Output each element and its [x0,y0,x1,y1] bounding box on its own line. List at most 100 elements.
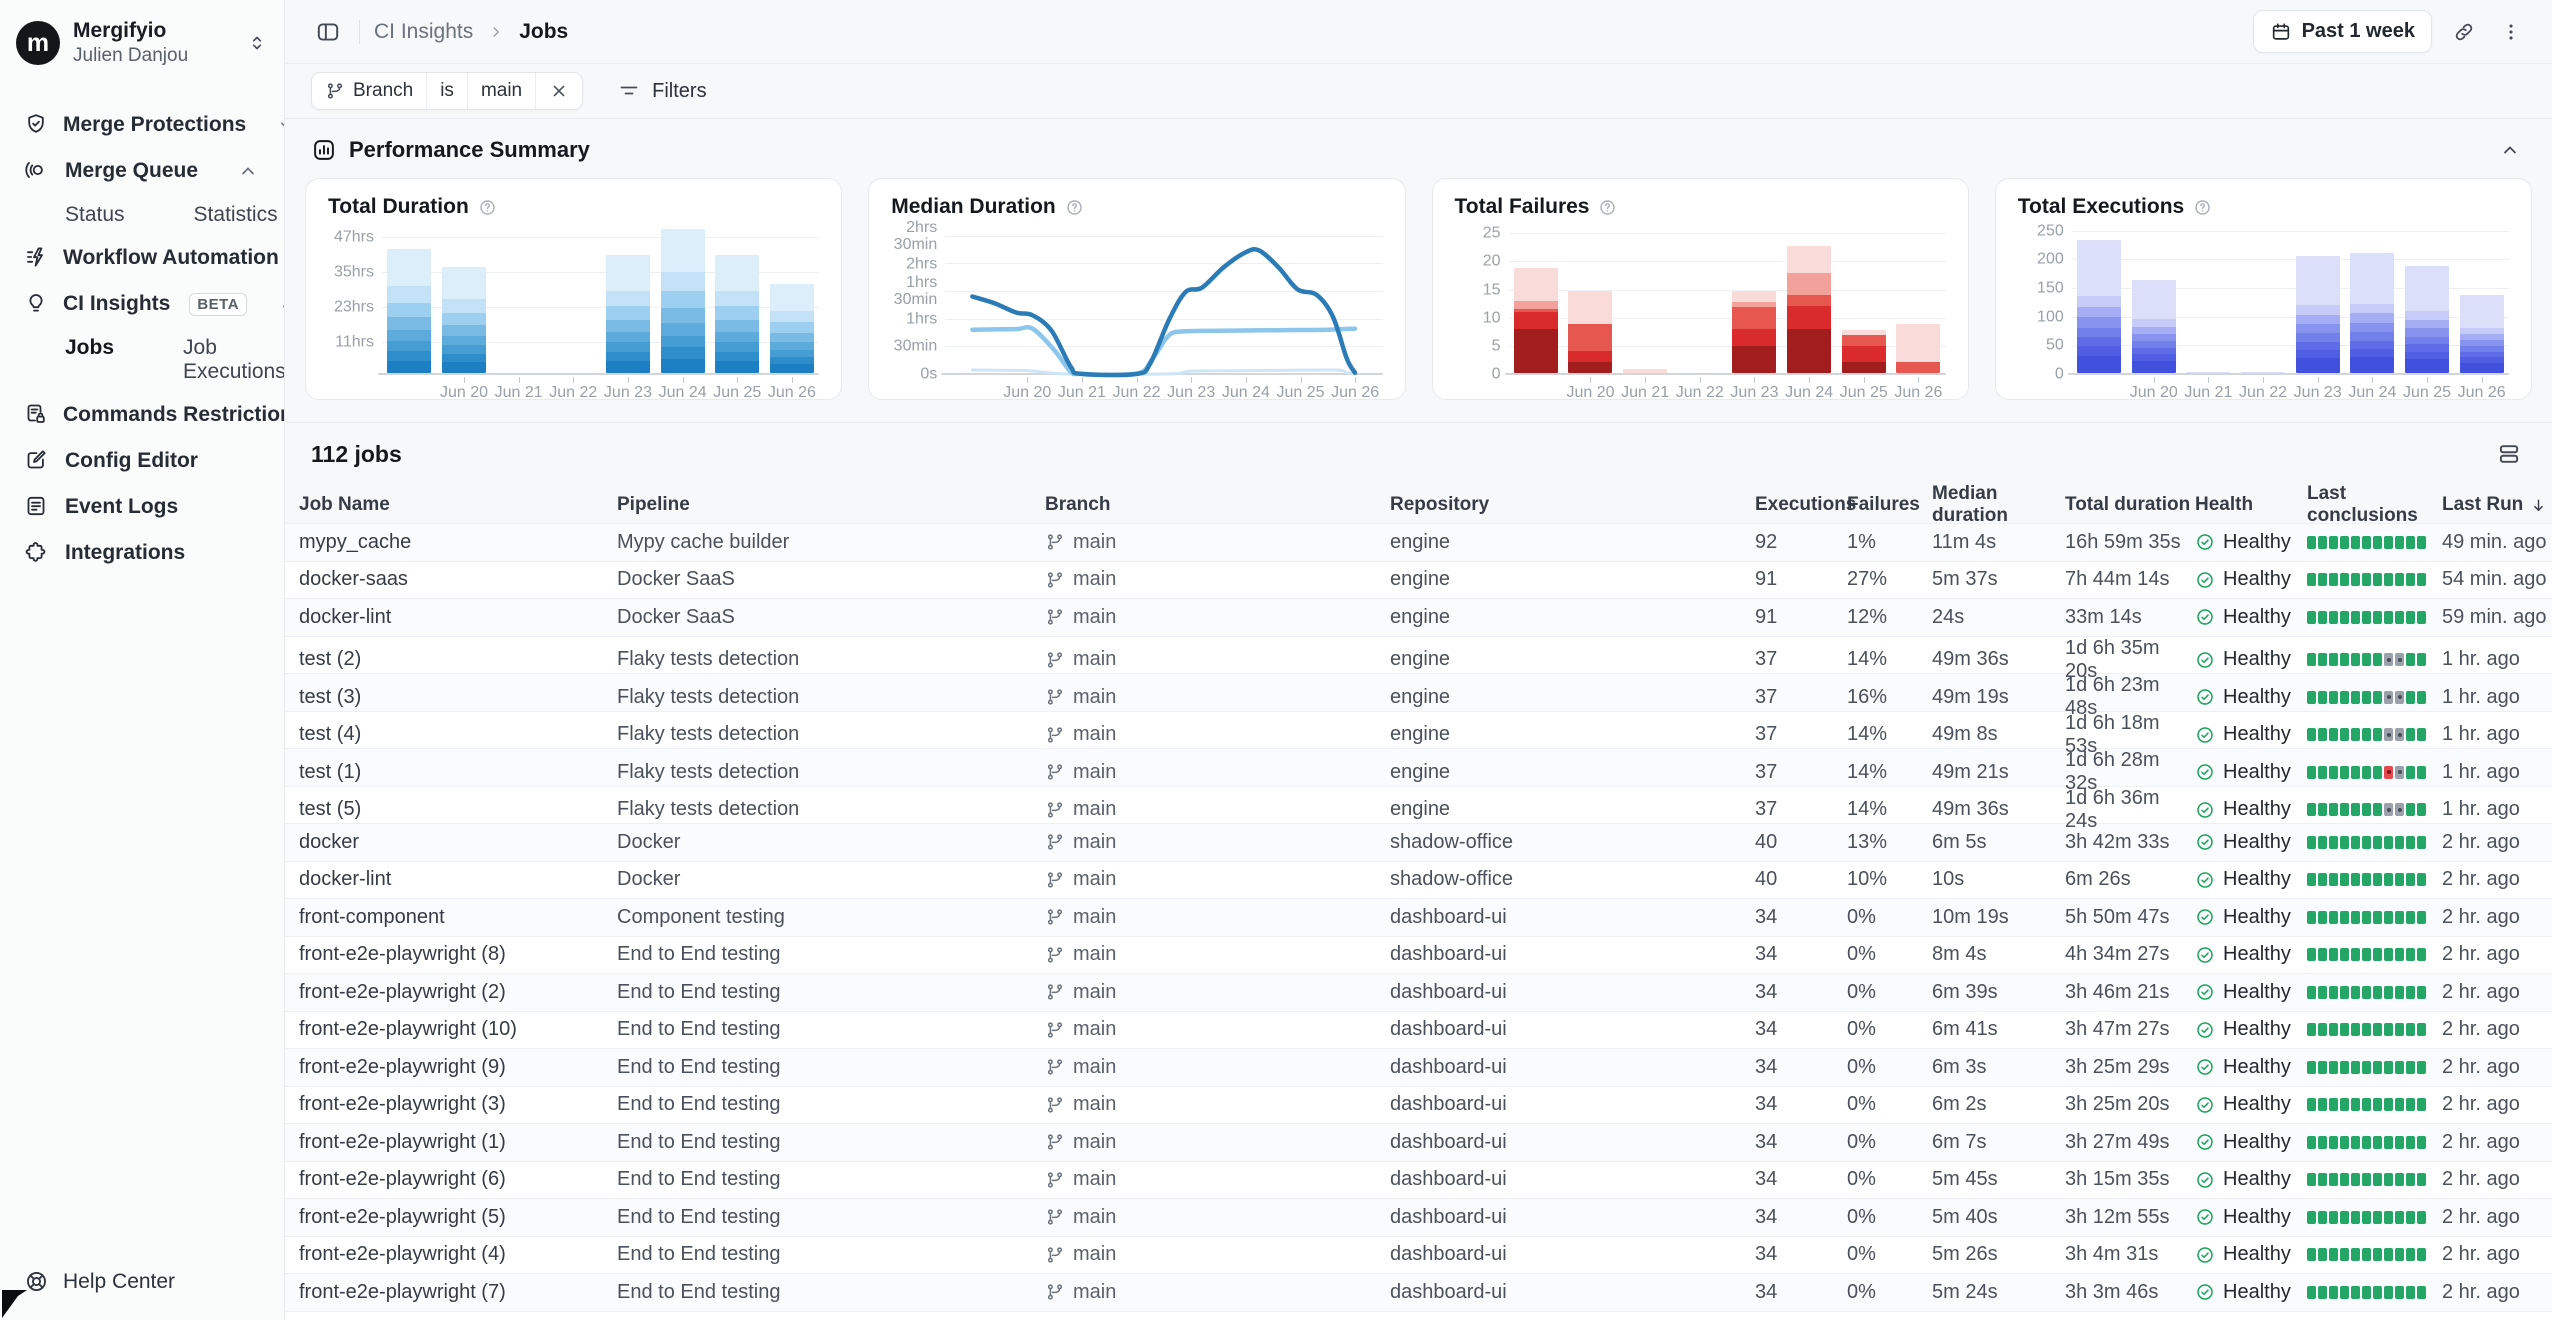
column-header-failures[interactable]: Failures [1847,494,1932,516]
bar-segment [2132,361,2176,373]
sidebar-item-job-executions[interactable]: Job Executions [128,327,284,392]
sidebar-item-jobs[interactable]: Jobs [10,327,128,392]
filters-button[interactable]: Filters [617,79,706,103]
filter-chip-operator[interactable]: is [427,73,468,109]
cell-last-run: 2 hr. ago [2442,981,2552,1004]
sidebar-item-commands-restrictions[interactable]: Commands Restrictions [10,392,274,438]
column-header-branch[interactable]: Branch [1045,494,1390,516]
bar-segment [2296,350,2340,358]
cell-last-run: 2 hr. ago [2442,868,2552,891]
sidebar-item-status[interactable]: Status [10,194,139,235]
table-row[interactable]: front-e2e-playwright (7)End to End testi… [285,1273,2552,1311]
sidebar-item-workflow-automation[interactable]: Workflow Automation [10,235,274,281]
filter-chip-value[interactable]: main [468,73,536,109]
column-header-median-duration[interactable]: Median duration [1932,483,2065,527]
table-row[interactable]: front-e2e-playwright (6)End to End testi… [285,1161,2552,1199]
filter-chip-field[interactable]: Branch [312,73,427,109]
git-branch-icon [1045,982,1065,1002]
table-row[interactable]: test (1)Flaky tests detectionmainengine3… [285,748,2552,786]
table-row[interactable]: front-e2e-playwright (4)End to End testi… [285,1236,2552,1274]
column-header-executions[interactable]: Executions [1755,494,1847,516]
table-row[interactable]: docker-lintDockermainshadow-office4010%1… [285,861,2552,899]
filter-chip-remove[interactable] [536,73,582,109]
table-row[interactable]: dockerDockermainshadow-office4013%6m 5s3… [285,823,2552,861]
date-range-button[interactable]: Past 1 week [2253,10,2432,53]
cell-last-run: 2 hr. ago [2442,1281,2552,1304]
table-row[interactable]: test (3)Flaky tests detectionmainengine3… [285,673,2552,711]
cell-last-run: 2 hr. ago [2442,831,2552,854]
bar-segment [606,361,650,373]
column-header-total-duration[interactable]: Total duration [2065,494,2195,516]
table-row[interactable]: front-testUnit testingmaindashboard-ui34… [285,1311,2552,1320]
sidebar-toggle-button[interactable] [311,15,345,49]
table-row[interactable]: docker-saasDocker SaaSmainengine9127%5m … [285,561,2552,599]
column-header-repository[interactable]: Repository [1390,494,1755,516]
table-row[interactable]: front-e2e-playwright (5)End to End testi… [285,1198,2552,1236]
table-row[interactable]: front-e2e-playwright (9)End to End testi… [285,1048,2552,1086]
bar-segment [442,325,486,336]
column-header-health[interactable]: Health [2195,494,2307,516]
org-switcher[interactable]: m Mergifyio Julien Danjou [0,0,284,82]
cell-job-name: test (3) [299,686,617,709]
cell-health: Healthy [2195,723,2307,746]
branch-name: main [1073,1018,1116,1041]
bar-jun-20 [2132,280,2176,373]
conclusion-success-block [2307,728,2316,741]
table-row[interactable]: test (2)Flaky tests detectionmainengine3… [285,636,2552,674]
cell-last-conclusions [2307,836,2442,849]
cell-failures: 0% [1847,1018,1932,1041]
sidebar-item-label: Merge Protections [63,113,246,137]
more-options-button[interactable] [2496,17,2526,47]
conclusion-success-block [2340,1286,2349,1299]
sidebar-item-merge-queue[interactable]: Merge Queue [10,148,274,194]
conclusion-success-block [2362,1248,2371,1261]
table-row[interactable]: front-e2e-playwright (10)End to End test… [285,1011,2552,1049]
table-row[interactable]: front-e2e-playwright (8)End to End testi… [285,936,2552,974]
breadcrumb-ci-insights[interactable]: CI Insights [374,20,473,44]
conclusion-success-block [2318,803,2327,816]
copy-link-button[interactable] [2448,16,2480,48]
bar-jun-23 [2296,256,2340,373]
cell-repository: dashboard-ui [1390,1018,1755,1041]
chart-bar: 0510152025Jun 20Jun 21Jun 22Jun 23Jun 24… [1455,223,1946,401]
git-branch-icon [1045,650,1065,670]
cell-branch: main [1045,906,1390,929]
table-row[interactable]: front-e2e-playwright (3)End to End testi… [285,1086,2552,1124]
table-row[interactable]: mypy_cacheMypy cache buildermainengine92… [285,523,2552,561]
sidebar-item-integrations[interactable]: Integrations [10,530,274,576]
help-center[interactable]: Help Center [0,1249,284,1320]
check-circle-icon [2195,650,2215,670]
table-row[interactable]: docker-lintDocker SaaSmainengine9112%24s… [285,598,2552,636]
collapse-section-button[interactable] [2494,134,2526,166]
sidebar-item-ci-insights[interactable]: CI InsightsBETA [10,281,274,327]
y-tick-label: 25 [1483,226,1501,243]
cell-total-duration: 7h 44m 14s [2065,568,2195,591]
column-header-job-name[interactable]: Job Name [299,494,617,516]
cell-last-run: 54 min. ago [2442,568,2552,591]
check-circle-icon [2195,945,2215,965]
table-row[interactable]: test (4)Flaky tests detectionmainengine3… [285,711,2552,749]
cell-branch: main [1045,531,1390,554]
table-row[interactable]: front-e2e-playwright (1)End to End testi… [285,1123,2552,1161]
column-header-last-run[interactable]: Last Run [2442,494,2552,516]
conclusion-success-block [2362,1211,2371,1224]
table-row[interactable]: front-componentComponent testingmaindash… [285,898,2552,936]
conclusion-success-block [2307,1136,2316,1149]
x-tick-label: Jun 23 [1727,377,1782,401]
cell-executions: 92 [1755,531,1847,554]
column-header-pipeline[interactable]: Pipeline [617,494,1045,516]
cell-last-conclusions [2307,766,2442,779]
table-row[interactable]: front-e2e-playwright (2)End to End testi… [285,973,2552,1011]
sidebar-item-merge-protections[interactable]: Merge Protections [10,102,274,148]
sidebar-item-config-editor[interactable]: Config Editor [10,438,274,484]
column-header-last-conclusions[interactable]: Last conclusions [2307,483,2442,527]
x-tick-mark [1918,377,1919,383]
table-row[interactable]: test (5)Flaky tests detectionmainengine3… [285,786,2552,824]
column-header-label: Pipeline [617,494,690,516]
health-label: Healthy [2223,981,2291,1004]
conclusion-success-block [2417,653,2426,666]
view-toggle-button[interactable] [2492,437,2526,471]
sidebar-item-statistics[interactable]: Statistics [139,194,284,235]
sidebar-item-event-logs[interactable]: Event Logs [10,484,274,530]
conclusion-success-block [2351,1248,2360,1261]
